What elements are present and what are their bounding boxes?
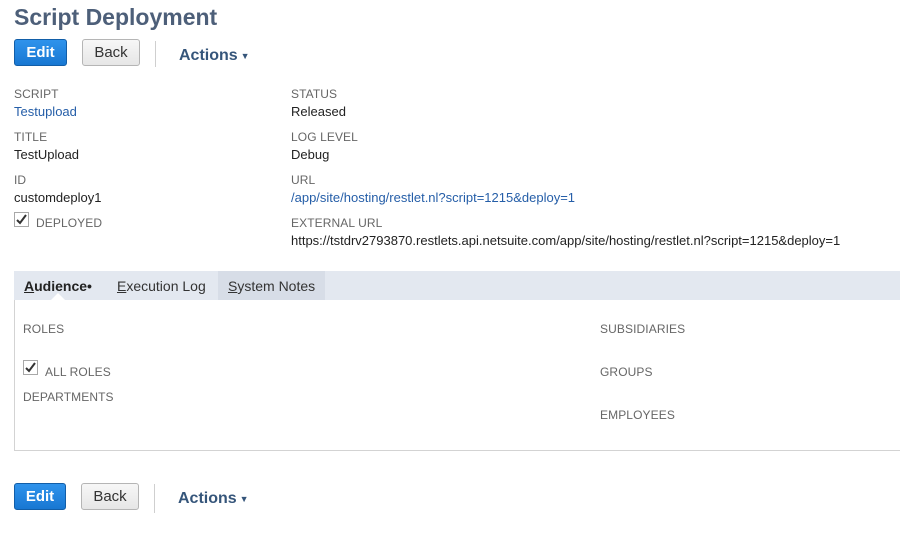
script-label: SCRIPT	[14, 87, 59, 101]
url-label: URL	[291, 173, 316, 187]
tab-system-notes-accesskey: S	[228, 277, 238, 294]
back-button-bottom-label: Back	[93, 488, 127, 505]
all-roles-label: ALL ROLES	[45, 365, 111, 379]
title-label: TITLE	[14, 130, 48, 144]
subtab-bar: Audience • Execution Log System Notes	[14, 271, 900, 300]
tab-execution-log[interactable]: Execution Log	[117, 271, 206, 300]
all-roles-checkbox[interactable]	[23, 360, 38, 375]
edit-button[interactable]: Edit	[14, 39, 67, 66]
caret-down-icon: ▼	[239, 494, 249, 504]
toolbar-divider	[155, 41, 156, 67]
roles-label: ROLES	[23, 322, 65, 336]
back-button-bottom[interactable]: Back	[81, 483, 139, 510]
tab-system-notes-label: ystem Notes	[237, 277, 316, 294]
employees-label: EMPLOYEES	[600, 408, 675, 422]
page-title: Script Deployment	[14, 4, 218, 30]
departments-label: DEPARTMENTS	[23, 390, 114, 404]
deployed-label: DEPLOYED	[36, 216, 103, 230]
subsidiaries-label: SUBSIDIARIES	[600, 322, 686, 336]
id-value: customdeploy1	[14, 190, 102, 205]
log-level-value: Debug	[291, 147, 330, 162]
checkmark-icon	[25, 362, 36, 373]
external-url-label: EXTERNAL URL	[291, 216, 383, 230]
tab-execution-log-label: xecution Log	[126, 277, 206, 294]
url-link[interactable]: /app/site/hosting/restlet.nl?script=1215…	[291, 190, 575, 205]
tab-audience-accesskey: A	[24, 277, 35, 294]
edit-button-bottom[interactable]: Edit	[14, 483, 66, 510]
tab-execution-log-accesskey: E	[117, 277, 127, 294]
active-tab-pointer	[50, 293, 66, 301]
id-label: ID	[14, 173, 27, 187]
tab-audience-dot: •	[87, 277, 92, 294]
checkmark-icon	[16, 214, 27, 225]
back-button[interactable]: Back	[82, 39, 140, 66]
actions-menu[interactable]: Actions ▼	[179, 47, 250, 65]
log-level-label: LOG LEVEL	[291, 130, 358, 144]
title-value: TestUpload	[14, 147, 80, 162]
status-value: Released	[291, 104, 346, 119]
deployed-checkbox[interactable]	[14, 212, 29, 227]
actions-menu-bottom[interactable]: Actions ▼	[178, 490, 249, 508]
status-label: STATUS	[291, 87, 338, 101]
edit-button-label: Edit	[26, 44, 55, 61]
tab-audience-label: udience	[34, 277, 88, 294]
audience-panel	[14, 300, 900, 451]
tab-system-notes[interactable]: System Notes	[218, 271, 326, 300]
toolbar-divider-bottom	[154, 484, 155, 513]
actions-label-bottom: Actions	[178, 490, 237, 507]
back-button-label: Back	[94, 44, 128, 61]
groups-label: GROUPS	[600, 365, 653, 379]
actions-label: Actions	[179, 47, 238, 64]
caret-down-icon: ▼	[240, 51, 250, 61]
script-link[interactable]: Testupload	[14, 104, 77, 119]
external-url-value: https://tstdrv2793870.restlets.api.netsu…	[291, 233, 841, 248]
edit-button-bottom-label: Edit	[25, 488, 55, 505]
